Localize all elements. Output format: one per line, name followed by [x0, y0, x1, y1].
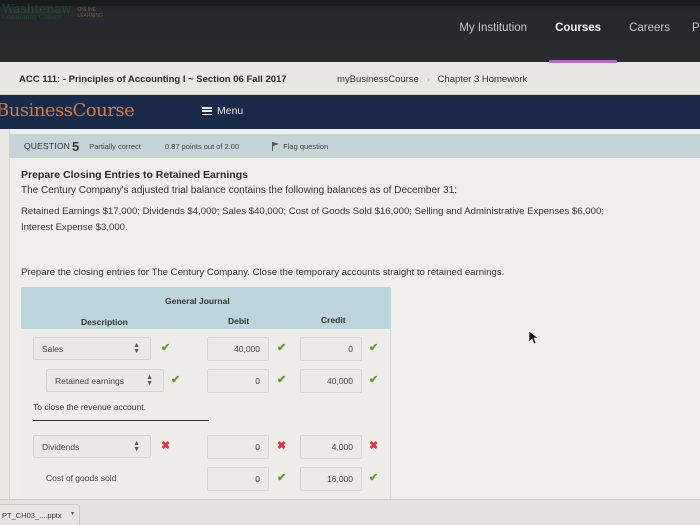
logo-subname: Community College	[2, 14, 62, 21]
account-description: Cost of goods sold	[46, 473, 117, 483]
credit-input[interactable]: 16,000	[300, 467, 362, 491]
journal-row: Sales ▲ ▼ ✔ 40,000 ✔ 0 ✔	[21, 337, 391, 361]
brand-logo[interactable]: BusinessCourse	[0, 100, 135, 121]
problem-balances: Retained Earnings $17,000; Dividends $4,…	[21, 204, 691, 236]
breadcrumb: myBusinessCourse › Chapter 3 Homework	[337, 74, 527, 85]
balances-line-1: Retained Earnings $17,000; Dividends $4,…	[21, 206, 604, 217]
journal-title: General Journal	[165, 296, 230, 306]
nav-more-truncated[interactable]: P	[692, 22, 700, 34]
breadcrumb-chapter-3-homework[interactable]: Chapter 3 Homework	[438, 74, 528, 85]
problem-title: Prepare Closing Entries to Retained Earn…	[21, 169, 248, 181]
download-menu-caret-icon[interactable]: ▾	[71, 510, 74, 517]
downloads-bar: PT_CH03_....pptx ▾	[0, 499, 700, 525]
column-header-debit: Debit	[228, 316, 250, 326]
question-grade-status: Partially correct	[89, 141, 141, 151]
app-banner: BusinessCourse Menu	[0, 95, 700, 129]
hamburger-icon	[202, 107, 212, 115]
select-arrows-icon: ▲ ▼	[133, 342, 140, 355]
check-icon: ✔	[161, 342, 171, 354]
flag-icon	[272, 141, 280, 151]
entry-memo: To close the revenue account.	[33, 402, 209, 421]
question-number: 5	[72, 138, 80, 154]
x-icon: ✖	[369, 440, 379, 452]
menu-button[interactable]: Menu	[202, 105, 243, 117]
balances-line-2: Interest Expense $3,000.	[21, 222, 128, 233]
account-select[interactable]: Sales ▲ ▼	[33, 337, 151, 360]
flag-question-button[interactable]: Flag question	[272, 141, 329, 151]
account-select-value: Sales	[42, 344, 64, 354]
check-icon: ✔	[369, 342, 379, 354]
question-points: 0.87 points out of 2.00	[164, 141, 240, 151]
column-header-description: Description	[81, 317, 128, 327]
check-icon: ✔	[277, 472, 287, 484]
course-bar: ACC 111: - Principles of Accounting I ~ …	[0, 63, 700, 95]
question-panel: QUESTION 5 Partially correct 0.87 points…	[9, 129, 700, 499]
menu-label: Menu	[217, 105, 244, 117]
nav-my-institution[interactable]: My Institution	[459, 22, 527, 34]
question-label: QUESTION	[24, 141, 70, 151]
nav-careers[interactable]: Careers	[629, 22, 670, 34]
check-icon: ✔	[277, 342, 287, 354]
debit-input[interactable]: 40,000	[207, 337, 269, 361]
account-select-value: Retained earnings	[55, 376, 124, 386]
debit-input[interactable]: 0	[207, 467, 269, 491]
course-title: ACC 111: - Principles of Accounting I ~ …	[19, 74, 287, 85]
logo-tag-learning: LEARNING	[77, 12, 103, 19]
select-arrows-icon: ▲ ▼	[146, 374, 153, 387]
problem-instruction: Prepare the closing entries for The Cent…	[21, 267, 505, 278]
general-journal: General Journal Description Debit Credit…	[21, 287, 391, 499]
credit-input[interactable]: 40,000	[300, 369, 362, 393]
credit-input[interactable]: 0	[300, 337, 362, 361]
top-nav: My Institution Courses Careers P	[431, 22, 700, 34]
journal-row: Dividends ▲ ▼ ✖ 0 ✖ 4,000 ✖	[21, 435, 391, 459]
check-icon: ✔	[369, 374, 379, 386]
institution-header: Washtenaw Community College ONLINE LEARN…	[0, 0, 700, 63]
debit-input[interactable]: 0	[207, 435, 269, 459]
journal-row: Retained earnings ▲ ▼ ✔ 0 ✔ 40,000 ✔	[21, 369, 391, 393]
select-arrows-icon: ▲ ▼	[133, 440, 140, 453]
breadcrumb-separator-icon: ›	[426, 75, 430, 84]
x-icon: ✖	[161, 440, 171, 452]
breadcrumb-mybusinesscourse[interactable]: myBusinessCourse	[337, 74, 419, 85]
check-icon: ✔	[369, 472, 379, 484]
problem-intro: The Century Company's adjusted trial bal…	[21, 185, 458, 196]
download-filename: PT_CH03_....pptx	[2, 511, 62, 520]
debit-input[interactable]: 0	[207, 369, 269, 393]
x-icon: ✖	[277, 440, 287, 452]
question-status-bar: QUESTION 5 Partially correct 0.87 points…	[10, 134, 700, 158]
credit-input[interactable]: 4,000	[300, 435, 362, 459]
account-select[interactable]: Retained earnings ▲ ▼	[46, 369, 164, 392]
account-select[interactable]: Dividends ▲ ▼	[33, 435, 151, 458]
institution-logo[interactable]: Washtenaw Community College ONLINE LEARN…	[2, 3, 103, 21]
download-item[interactable]: PT_CH03_....pptx ▾	[0, 504, 80, 525]
flag-question-label: Flag question	[283, 141, 329, 151]
question-content: Prepare Closing Entries to Retained Earn…	[21, 169, 691, 278]
check-icon: ✔	[277, 374, 287, 386]
journal-row: Cost of goods sold 0 ✔ 16,000 ✔	[21, 467, 391, 491]
column-header-credit: Credit	[321, 315, 346, 325]
account-select-value: Dividends	[42, 442, 80, 452]
journal-header: General Journal Description Debit Credit	[21, 287, 391, 329]
check-icon: ✔	[171, 374, 181, 386]
nav-courses[interactable]: Courses	[555, 22, 601, 34]
